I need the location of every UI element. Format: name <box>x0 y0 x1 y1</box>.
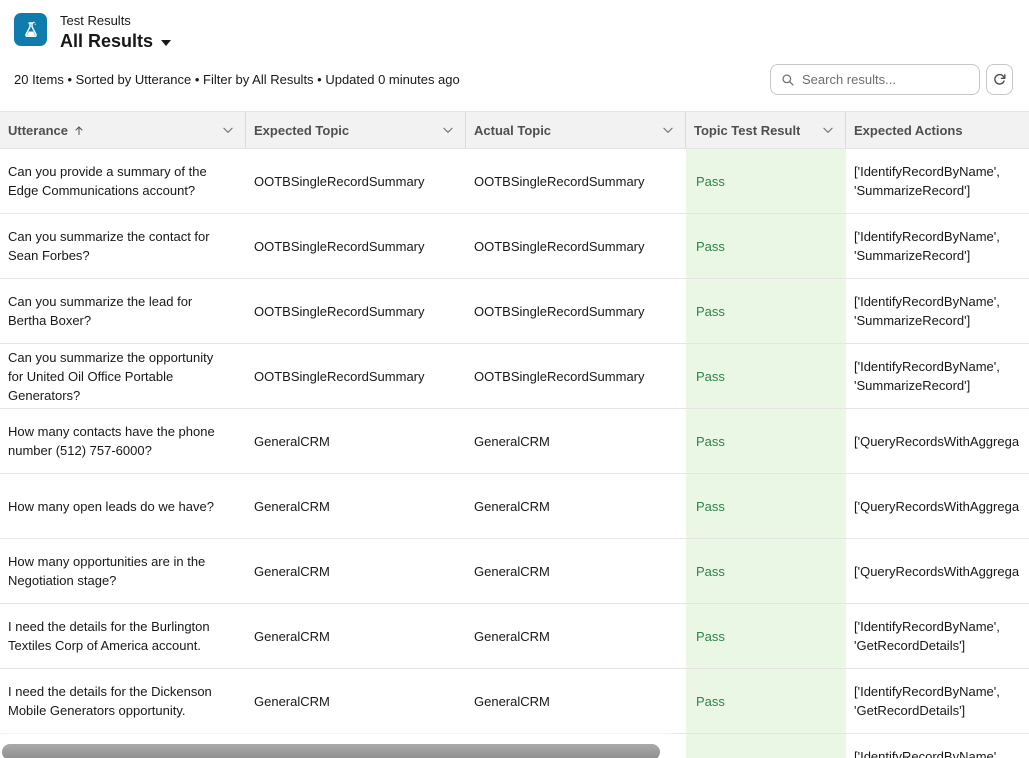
cell-expected-actions: ['QueryRecordsWithAggrega <box>846 409 1029 473</box>
cell-topic-test-result: Pass <box>686 604 846 668</box>
table-row[interactable]: Can you provide a summary of the Edge Co… <box>0 149 1029 214</box>
chevron-down-icon[interactable] <box>821 123 835 137</box>
cell-expected-topic: GeneralCRM <box>246 474 466 538</box>
search-input[interactable] <box>802 72 978 87</box>
cell-topic-test-result: Pass <box>686 734 846 758</box>
table-row[interactable]: Can you summarize the lead for Bertha Bo… <box>0 279 1029 344</box>
cell-expected-topic: OOTBSingleRecordSummary <box>246 279 466 343</box>
cell-utterance: Can you summarize the lead for Bertha Bo… <box>0 279 246 343</box>
table-row[interactable]: Can you summarize the contact for Sean F… <box>0 214 1029 279</box>
table-row[interactable]: I need the details for the Dickenson Mob… <box>0 669 1029 734</box>
table-row[interactable]: How many open leads do we have? GeneralC… <box>0 474 1029 539</box>
table-row[interactable]: Can you summarize the opportunity for Un… <box>0 344 1029 409</box>
column-header-actual-topic[interactable]: Actual Topic <box>466 112 686 148</box>
cell-utterance: How many open leads do we have? <box>0 474 246 538</box>
toolbar-actions <box>770 64 1013 95</box>
column-header-expected-actions[interactable]: Expected Actions <box>846 112 1029 148</box>
column-label: Topic Test Result <box>694 123 800 138</box>
cell-expected-actions: ['QueryRecordsWithAggrega <box>846 474 1029 538</box>
cell-expected-actions: ['IdentifyRecordByName', 'GetRecordDetai… <box>846 669 1029 733</box>
chevron-down-icon[interactable] <box>661 123 675 137</box>
column-label: Expected Topic <box>254 123 349 138</box>
list-summary: 20 Items • Sorted by Utterance • Filter … <box>14 64 460 95</box>
column-label: Expected Actions <box>854 123 963 138</box>
refresh-button[interactable] <box>986 64 1013 95</box>
cell-topic-test-result: Pass <box>686 344 846 408</box>
results-table: Utterance Expected Topic Actual Topic <box>0 111 1029 758</box>
table-row[interactable]: I need the details for the Burlington Te… <box>0 604 1029 669</box>
cell-expected-topic: GeneralCRM <box>246 669 466 733</box>
cell-utterance: How many opportunities are in the Negoti… <box>0 539 246 603</box>
cell-expected-topic: GeneralCRM <box>246 409 466 473</box>
column-header-topic-test-result[interactable]: Topic Test Result <box>686 112 846 148</box>
cell-topic-test-result: Pass <box>686 474 846 538</box>
cell-topic-test-result: Pass <box>686 214 846 278</box>
title-block: Test Results All Results <box>60 13 171 52</box>
column-label: Utterance <box>8 123 68 138</box>
search-box[interactable] <box>770 64 980 95</box>
cell-expected-topic: OOTBSingleRecordSummary <box>246 149 466 213</box>
chevron-down-icon[interactable] <box>221 123 235 137</box>
cell-actual-topic: OOTBSingleRecordSummary <box>466 149 686 213</box>
cell-expected-actions: ['IdentifyRecordByName', 'SummarizeRecor… <box>846 149 1029 213</box>
cell-topic-test-result: Pass <box>686 669 846 733</box>
cell-utterance: Can you provide a summary of the Edge Co… <box>0 149 246 213</box>
table-body: Can you provide a summary of the Edge Co… <box>0 149 1029 758</box>
column-header-expected-topic[interactable]: Expected Topic <box>246 112 466 148</box>
cell-expected-actions: ['IdentifyRecordByName', 'GetRecordDetai… <box>846 734 1029 758</box>
cell-actual-topic: GeneralCRM <box>466 669 686 733</box>
refresh-icon <box>992 72 1007 87</box>
flask-icon <box>14 13 47 46</box>
cell-topic-test-result: Pass <box>686 409 846 473</box>
cell-topic-test-result: Pass <box>686 279 846 343</box>
cell-utterance: Can you summarize the contact for Sean F… <box>0 214 246 278</box>
table-row[interactable]: How many opportunities are in the Negoti… <box>0 539 1029 604</box>
cell-topic-test-result: Pass <box>686 539 846 603</box>
list-view-selector[interactable]: All Results <box>60 31 171 52</box>
cell-topic-test-result: Pass <box>686 149 846 213</box>
cell-expected-topic: GeneralCRM <box>246 604 466 668</box>
page-header: Test Results All Results <box>0 0 1029 62</box>
chevron-down-icon[interactable] <box>441 123 455 137</box>
cell-actual-topic: OOTBSingleRecordSummary <box>466 344 686 408</box>
caret-down-icon <box>161 40 171 46</box>
horizontal-scrollbar-thumb[interactable] <box>2 744 660 758</box>
test-results-app: Test Results All Results 20 Items • Sort… <box>0 0 1029 758</box>
cell-expected-actions: ['QueryRecordsWithAggrega <box>846 539 1029 603</box>
table-header-row: Utterance Expected Topic Actual Topic <box>0 111 1029 149</box>
column-label: Actual Topic <box>474 123 551 138</box>
cell-expected-topic: OOTBSingleRecordSummary <box>246 214 466 278</box>
cell-expected-actions: ['IdentifyRecordByName', 'SummarizeRecor… <box>846 344 1029 408</box>
list-toolbar: 20 Items • Sorted by Utterance • Filter … <box>0 62 1029 111</box>
cell-utterance: How many contacts have the phone number … <box>0 409 246 473</box>
cell-actual-topic: OOTBSingleRecordSummary <box>466 214 686 278</box>
cell-actual-topic: GeneralCRM <box>466 474 686 538</box>
column-header-utterance[interactable]: Utterance <box>0 112 246 148</box>
cell-actual-topic: OOTBSingleRecordSummary <box>466 279 686 343</box>
search-icon <box>781 73 795 87</box>
cell-expected-actions: ['IdentifyRecordByName', 'SummarizeRecor… <box>846 214 1029 278</box>
cell-expected-topic: OOTBSingleRecordSummary <box>246 344 466 408</box>
entity-label: Test Results <box>60 13 171 29</box>
cell-expected-topic: GeneralCRM <box>246 539 466 603</box>
table-row[interactable]: How many contacts have the phone number … <box>0 409 1029 474</box>
arrow-up-icon <box>73 124 85 137</box>
cell-expected-actions: ['IdentifyRecordByName', 'SummarizeRecor… <box>846 279 1029 343</box>
cell-actual-topic: GeneralCRM <box>466 409 686 473</box>
view-name: All Results <box>60 31 153 52</box>
cell-utterance: I need the details for the Burlington Te… <box>0 604 246 668</box>
cell-expected-actions: ['IdentifyRecordByName', 'GetRecordDetai… <box>846 604 1029 668</box>
cell-utterance: Can you summarize the opportunity for Un… <box>0 344 246 408</box>
cell-actual-topic: GeneralCRM <box>466 604 686 668</box>
cell-actual-topic: GeneralCRM <box>466 539 686 603</box>
cell-utterance: I need the details for the Dickenson Mob… <box>0 669 246 733</box>
